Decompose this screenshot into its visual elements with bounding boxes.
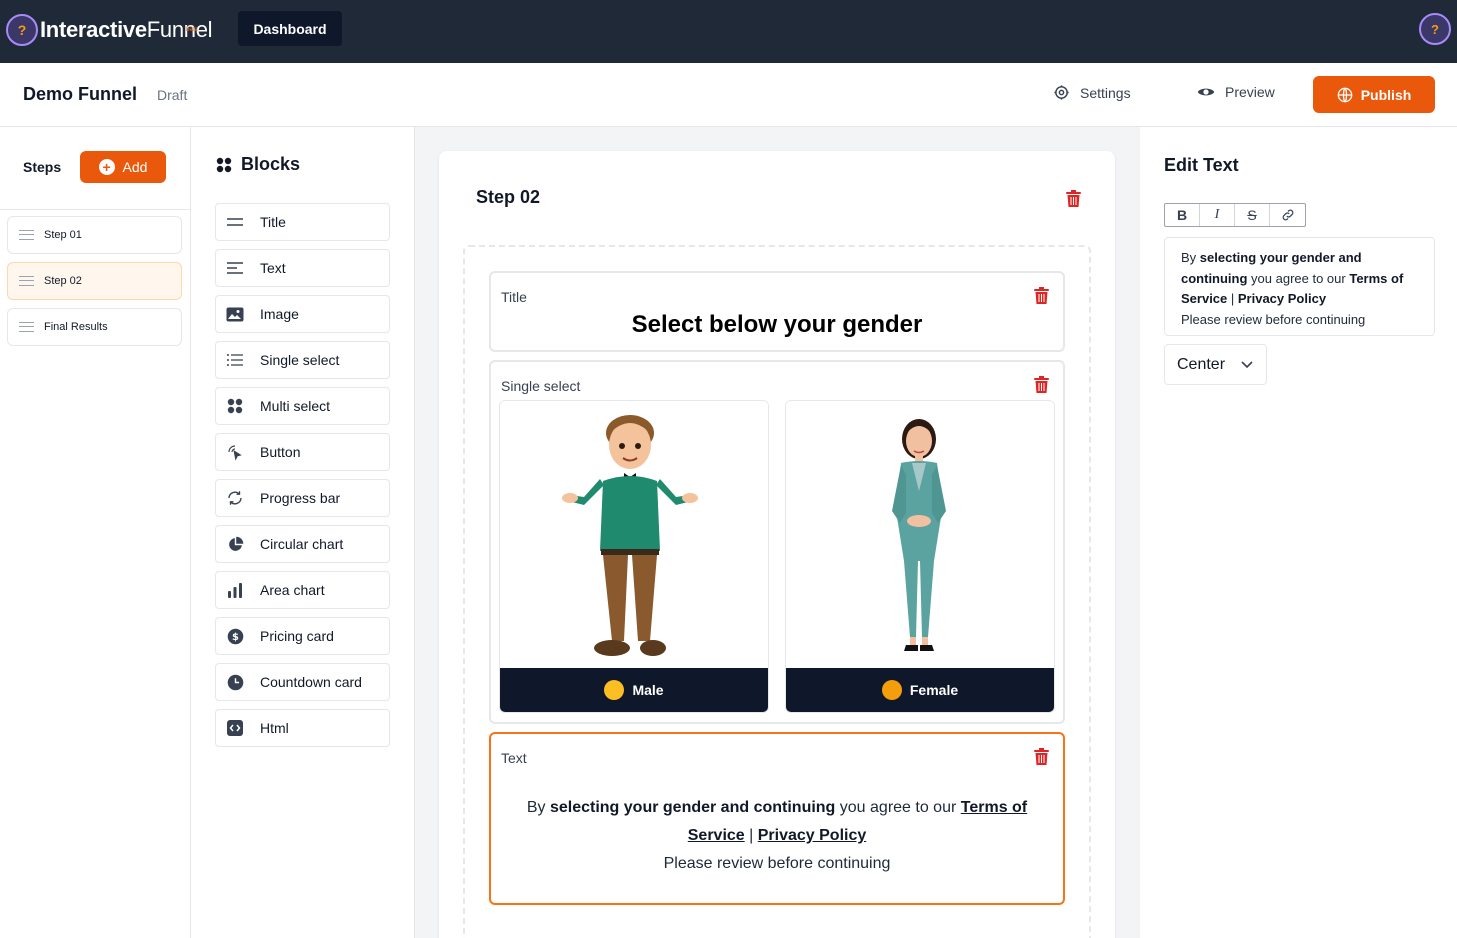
block-multi-select[interactable]: Multi select [215, 387, 390, 425]
text-format-toolbar: B I S [1164, 203, 1306, 227]
drag-handle-icon[interactable] [19, 322, 34, 332]
steps-title: Steps [23, 159, 62, 175]
block-button[interactable]: Button [215, 433, 390, 471]
block-countdown-card[interactable]: Countdown card [215, 663, 390, 701]
image-icon [226, 305, 244, 323]
blocks-title: Blocks [216, 154, 300, 175]
boy-emoji-icon [604, 680, 625, 700]
add-step-button[interactable]: + Add [80, 151, 166, 183]
divider [0, 209, 190, 210]
step-heading: Step 02 [476, 187, 541, 207]
settings-button[interactable]: Settings [1053, 84, 1131, 101]
delete-step-trash-icon[interactable] [1065, 189, 1081, 207]
privacy-link[interactable]: Privacy Policy [758, 827, 867, 844]
grid-icon [226, 397, 244, 415]
text-block[interactable]: Text By selecting your gender and contin… [489, 732, 1065, 905]
funnel-header: Demo Funnel Draft Settings Preview Publi… [0, 63, 1457, 127]
eye-icon [1197, 88, 1215, 96]
publish-button[interactable]: Publish [1313, 76, 1435, 113]
option-female[interactable]: Female [785, 400, 1055, 713]
alignment-value: Center [1177, 355, 1226, 373]
title-block[interactable]: Title Select below your gender [489, 271, 1065, 352]
step-item-final-results[interactable]: Final Results [7, 308, 182, 346]
step-item-02[interactable]: Step 02 [7, 262, 182, 300]
block-area-chart[interactable]: Area chart [215, 571, 390, 609]
block-single-select[interactable]: Single select [215, 341, 390, 379]
edit-panel: Edit Text B I S By selecting your gender… [1140, 127, 1457, 938]
logo-funnel-icon: ? [6, 14, 38, 46]
settings-label: Settings [1080, 84, 1131, 101]
add-step-label: Add [122, 159, 148, 175]
block-html[interactable]: Html [215, 709, 390, 747]
option-male-bar[interactable]: Male [500, 668, 768, 712]
option-female-bar[interactable]: Female [786, 668, 1054, 712]
text-icon [226, 259, 244, 277]
preview-button[interactable]: Preview [1197, 84, 1275, 100]
clock-icon [226, 673, 244, 691]
link-button[interactable] [1270, 204, 1305, 226]
drag-handle-icon[interactable] [19, 276, 34, 286]
female-character-image [786, 401, 1054, 669]
dollar-icon: $ [226, 627, 244, 645]
block-title[interactable]: Title [215, 203, 390, 241]
title-icon [226, 213, 244, 231]
italic-button[interactable]: I [1200, 204, 1235, 226]
delete-text-block-trash-icon[interactable] [1033, 747, 1049, 765]
block-circular-chart[interactable]: Circular chart [215, 525, 390, 563]
funnel-name: Demo Funnel [23, 84, 138, 104]
step-label: Step 02 [44, 275, 82, 287]
top-nav: ? InteractiveFunnel beta Dashboard ? [0, 0, 1457, 63]
option-male[interactable]: Male [499, 400, 769, 713]
step-item-01[interactable]: Step 01 [7, 216, 182, 254]
male-character-image [500, 401, 768, 669]
block-image[interactable]: Image [215, 295, 390, 333]
block-progress-bar[interactable]: Progress bar [215, 479, 390, 517]
girl-emoji-icon [881, 680, 902, 700]
list-icon [226, 351, 244, 369]
code-icon [226, 719, 244, 737]
gear-icon [1054, 85, 1069, 100]
text-editor[interactable]: By selecting your gender and continuing … [1164, 237, 1435, 336]
publish-label: Publish [1360, 86, 1412, 103]
single-select-label: Single select [501, 378, 581, 394]
chevron-down-icon [1241, 360, 1253, 368]
globe-icon [1337, 87, 1353, 102]
blocks-panel: Blocks Title Text Image Single select Mu… [191, 127, 415, 938]
svg-text:$: $ [232, 632, 239, 643]
strikethrough-button[interactable]: S [1235, 204, 1270, 226]
block-pricing-card[interactable]: $ Pricing card [215, 617, 390, 655]
delete-select-block-trash-icon[interactable] [1033, 375, 1049, 393]
block-text[interactable]: Text [215, 249, 390, 287]
user-avatar[interactable]: ? [1419, 13, 1451, 45]
dashboard-button[interactable]: Dashboard [238, 11, 342, 46]
option-female-label: Female [909, 682, 959, 698]
plus-icon: + [98, 159, 115, 175]
pointer-icon [226, 443, 244, 461]
bold-button[interactable]: B [1165, 204, 1200, 226]
text-block-content: By selecting your gender and continuing … [526, 799, 1028, 872]
refresh-icon [226, 489, 244, 507]
funnel-status: Draft [157, 87, 188, 103]
delete-title-block-trash-icon[interactable] [1033, 286, 1049, 304]
option-male-label: Male [632, 682, 664, 698]
bar-chart-icon [226, 581, 244, 599]
steps-panel: Steps + Add Step 01 Step 02 Final Result… [0, 127, 191, 938]
title-block-text: Select below your gender [631, 311, 923, 338]
app-logo[interactable]: ? InteractiveFunnel [6, 12, 213, 48]
link-icon [1282, 209, 1293, 221]
step-label: Final Results [44, 321, 108, 333]
alignment-select[interactable]: Center [1164, 344, 1267, 385]
step-label: Step 01 [44, 229, 82, 241]
logo-beta-badge: beta [186, 27, 198, 33]
grid-icon [216, 157, 232, 172]
preview-label: Preview [1225, 84, 1275, 100]
pie-chart-icon [226, 535, 244, 553]
edit-panel-title: Edit Text [1164, 155, 1239, 175]
drag-handle-icon[interactable] [19, 230, 34, 240]
text-block-label: Text [501, 750, 527, 766]
title-block-label: Title [501, 289, 527, 305]
